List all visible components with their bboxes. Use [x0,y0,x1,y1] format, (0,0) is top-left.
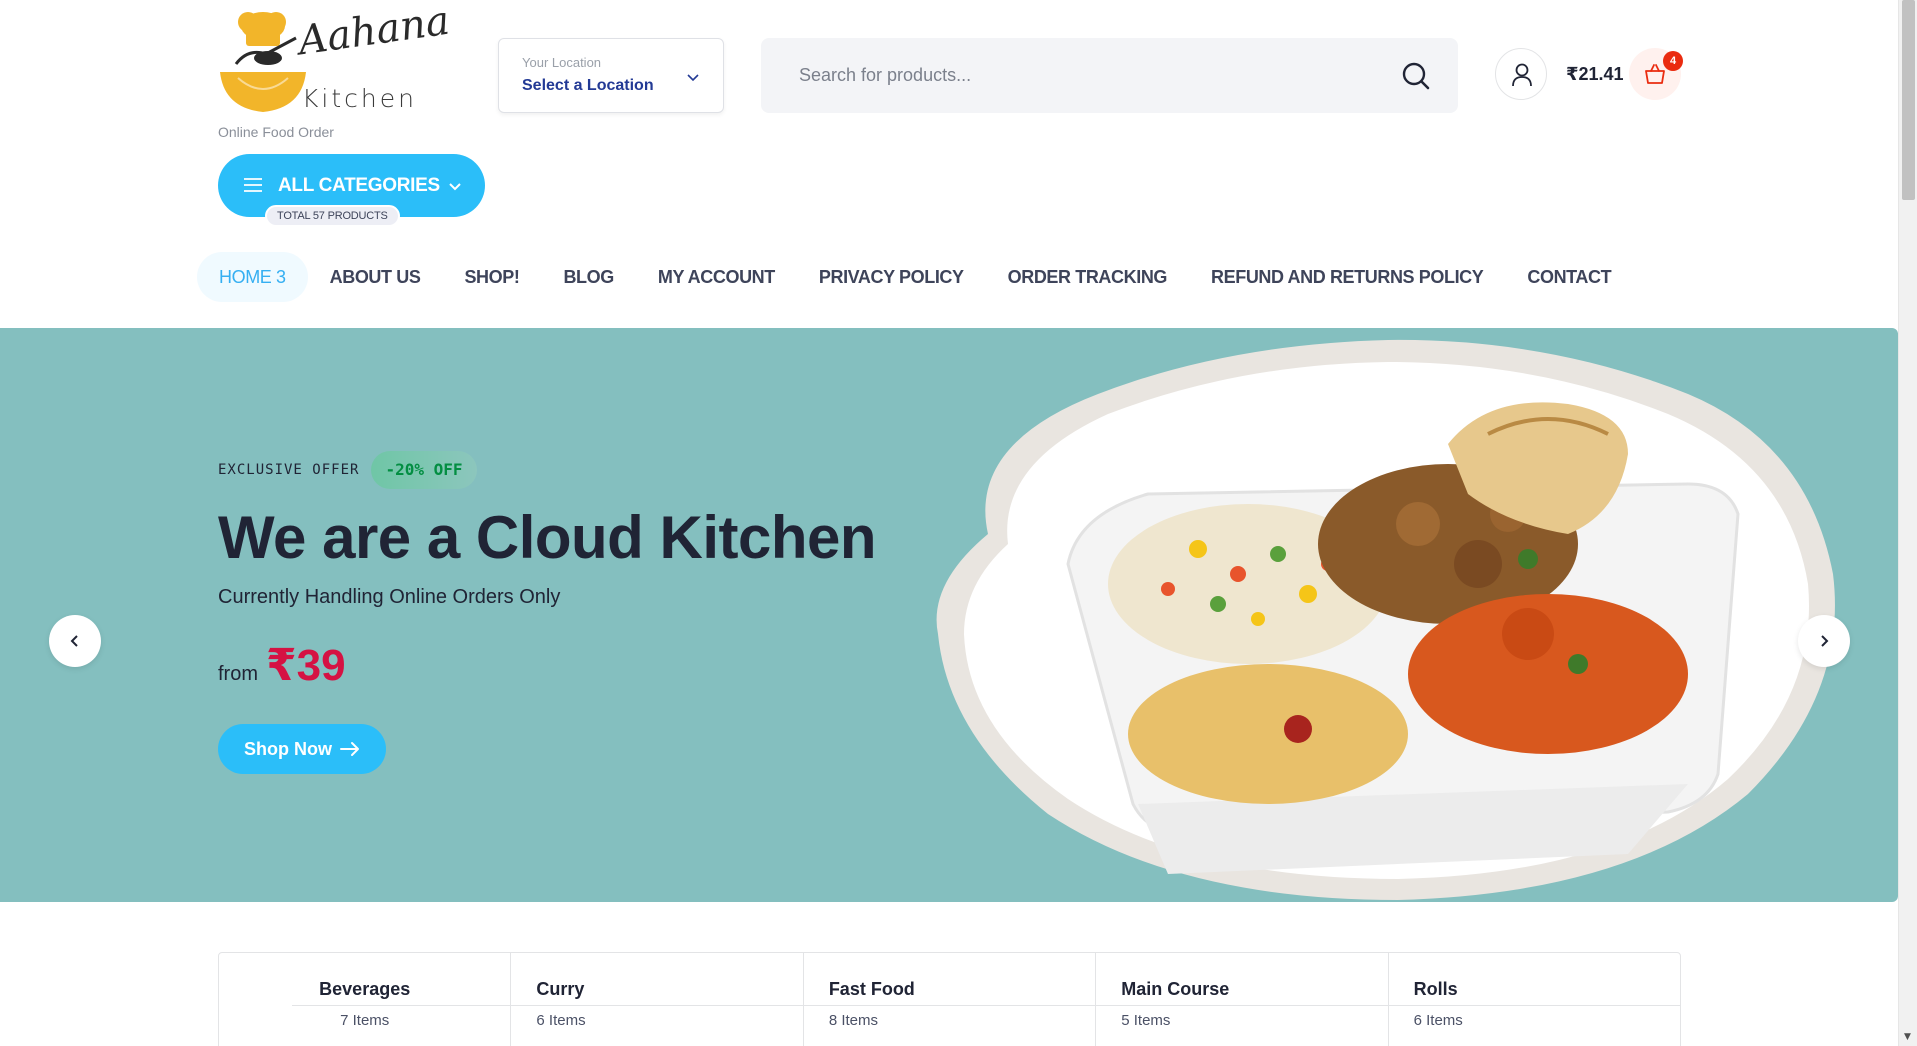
hero-price-row: from ₹39 [218,640,346,691]
discount-badge: -20% OFF [371,451,477,489]
hero-slider: EXCLUSIVE OFFER -20% OFF We are a Cloud … [0,328,1898,902]
shop-now-label: Shop Now [244,739,332,759]
user-icon [1512,63,1532,87]
category-count: 6 Items [536,1012,586,1029]
cart-total[interactable]: ₹21.41 [1566,64,1624,85]
category-count: 8 Items [828,1012,878,1029]
hero-title: We are a Cloud Kitchen [218,504,877,571]
location-selector[interactable]: Your Location Select a Location [498,38,724,113]
nav-my-account[interactable]: MY ACCOUNT [636,252,797,302]
nav-contact[interactable]: CONTACT [1505,252,1633,302]
search-input[interactable] [799,58,1359,92]
hero-price: ₹39 [266,641,346,690]
cart-count-badge: 4 [1663,51,1683,71]
search-icon[interactable] [1400,60,1432,92]
hero-food-image [936,339,1835,900]
total-products-badge: TOTAL 57 PRODUCTS [265,205,400,227]
nav-refund-returns-policy[interactable]: REFUND AND RETURNS POLICY [1189,252,1505,302]
location-label: Your Location [522,55,602,70]
shop-now-button[interactable]: Shop Now [218,724,386,774]
chevron-down-icon [687,74,699,82]
logo-subtitle: Online Food Order [218,124,334,140]
nav-shop[interactable]: SHOP! [442,252,541,302]
category-name: Curry [536,979,585,999]
category-card[interactable]: Beverages 7 Items [219,953,512,1046]
category-name: Fast Food [828,979,915,999]
logo-kitchen-text: Kitchen [302,84,417,113]
category-name: Beverages [319,979,411,999]
category-card[interactable]: Curry 6 Items [511,953,804,1046]
menu-icon [244,178,262,192]
divider [292,1005,1681,1006]
page-scrollbar[interactable]: ▼ [1898,0,1917,1046]
search-bar [761,38,1458,113]
chevron-left-icon [70,635,78,647]
nav-about-us[interactable]: ABOUT US [308,252,443,302]
category-card[interactable]: Main Course 5 Items [1096,953,1389,1046]
offer-label: EXCLUSIVE OFFER [218,462,360,478]
offer-row: EXCLUSIVE OFFER -20% OFF [218,451,477,489]
site-logo[interactable]: Aahana Kitchen [218,0,452,120]
category-count: 7 Items [340,1012,390,1029]
category-name: Main Course [1121,979,1230,999]
nav-blog[interactable]: BLOG [541,252,635,302]
nav-home-3[interactable]: HOME 3 [197,252,308,302]
account-button[interactable] [1495,48,1547,100]
category-count: 6 Items [1413,1012,1463,1029]
main-navigation: HOME 3 ABOUT US SHOP! BLOG MY ACCOUNT PR… [197,252,1633,302]
nav-order-tracking[interactable]: ORDER TRACKING [986,252,1189,302]
arrow-right-icon [340,742,359,756]
slider-prev-button[interactable] [49,615,101,667]
category-name: Rolls [1413,979,1458,999]
category-card[interactable]: Rolls 6 Items [1389,953,1680,1046]
scroll-down-icon[interactable]: ▼ [1904,1032,1911,1042]
scrollbar-thumb[interactable] [1902,0,1915,200]
chevron-right-icon [1821,635,1829,647]
slider-next-button[interactable] [1798,615,1850,667]
category-count: 5 Items [1121,1012,1171,1029]
hero-subtitle: Currently Handling Online Orders Only [218,586,561,608]
nav-privacy-policy[interactable]: PRIVACY POLICY [797,252,986,302]
from-label: from [218,663,258,685]
category-strip: Beverages 7 Items Curry 6 Items Fast Foo… [218,952,1681,1046]
chevron-down-icon [449,183,461,191]
all-categories-label: ALL CATEGORIES [278,175,440,196]
location-value: Select a Location [522,77,654,94]
category-card[interactable]: Fast Food 8 Items [804,953,1097,1046]
